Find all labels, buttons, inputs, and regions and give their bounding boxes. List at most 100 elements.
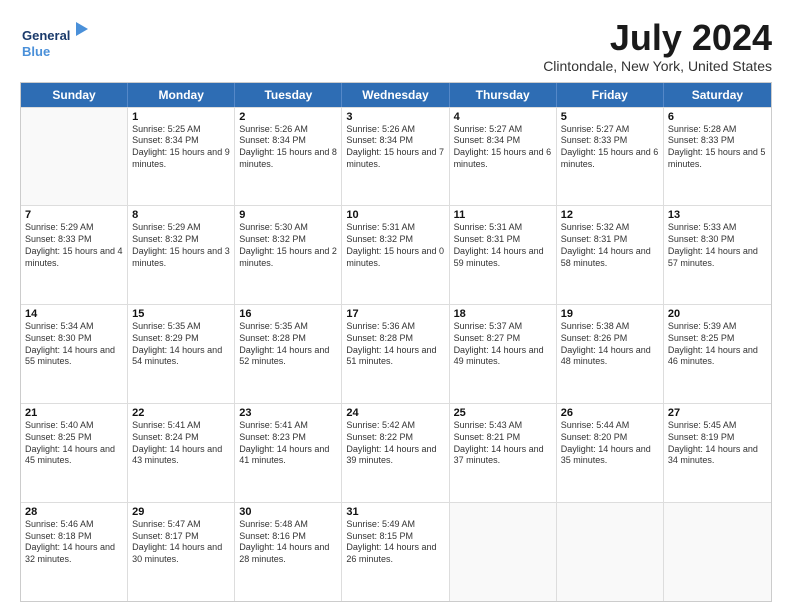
calendar-cell: 11Sunrise: 5:31 AM Sunset: 8:31 PM Dayli… xyxy=(450,206,557,304)
cell-info: Sunrise: 5:26 AM Sunset: 8:34 PM Dayligh… xyxy=(346,124,444,171)
cell-info: Sunrise: 5:35 AM Sunset: 8:29 PM Dayligh… xyxy=(132,321,230,368)
day-number: 30 xyxy=(239,506,337,518)
calendar-cell: 28Sunrise: 5:46 AM Sunset: 8:18 PM Dayli… xyxy=(21,503,128,601)
calendar-cell: 19Sunrise: 5:38 AM Sunset: 8:26 PM Dayli… xyxy=(557,305,664,403)
calendar-cell: 18Sunrise: 5:37 AM Sunset: 8:27 PM Dayli… xyxy=(450,305,557,403)
calendar-cell xyxy=(450,503,557,601)
cell-info: Sunrise: 5:42 AM Sunset: 8:22 PM Dayligh… xyxy=(346,420,444,467)
cell-info: Sunrise: 5:29 AM Sunset: 8:33 PM Dayligh… xyxy=(25,222,123,269)
calendar-cell: 31Sunrise: 5:49 AM Sunset: 8:15 PM Dayli… xyxy=(342,503,449,601)
cell-info: Sunrise: 5:29 AM Sunset: 8:32 PM Dayligh… xyxy=(132,222,230,269)
cell-info: Sunrise: 5:33 AM Sunset: 8:30 PM Dayligh… xyxy=(668,222,767,269)
day-number: 19 xyxy=(561,308,659,320)
cell-info: Sunrise: 5:45 AM Sunset: 8:19 PM Dayligh… xyxy=(668,420,767,467)
calendar-cell: 6Sunrise: 5:28 AM Sunset: 8:33 PM Daylig… xyxy=(664,108,771,206)
header-tuesday: Tuesday xyxy=(235,83,342,107)
header-sunday: Sunday xyxy=(21,83,128,107)
subtitle: Clintondale, New York, United States xyxy=(543,58,772,74)
calendar-cell: 8Sunrise: 5:29 AM Sunset: 8:32 PM Daylig… xyxy=(128,206,235,304)
calendar-week-2: 7Sunrise: 5:29 AM Sunset: 8:33 PM Daylig… xyxy=(21,205,771,304)
calendar-cell: 30Sunrise: 5:48 AM Sunset: 8:16 PM Dayli… xyxy=(235,503,342,601)
calendar-cell: 27Sunrise: 5:45 AM Sunset: 8:19 PM Dayli… xyxy=(664,404,771,502)
calendar-cell: 21Sunrise: 5:40 AM Sunset: 8:25 PM Dayli… xyxy=(21,404,128,502)
day-number: 3 xyxy=(346,111,444,123)
day-number: 17 xyxy=(346,308,444,320)
day-number: 5 xyxy=(561,111,659,123)
calendar-week-3: 14Sunrise: 5:34 AM Sunset: 8:30 PM Dayli… xyxy=(21,304,771,403)
calendar-cell: 3Sunrise: 5:26 AM Sunset: 8:34 PM Daylig… xyxy=(342,108,449,206)
header: General Blue July 2024 Clintondale, New … xyxy=(20,18,772,74)
header-thursday: Thursday xyxy=(450,83,557,107)
calendar-cell: 10Sunrise: 5:31 AM Sunset: 8:32 PM Dayli… xyxy=(342,206,449,304)
day-number: 23 xyxy=(239,407,337,419)
day-number: 9 xyxy=(239,209,337,221)
calendar-cell: 15Sunrise: 5:35 AM Sunset: 8:29 PM Dayli… xyxy=(128,305,235,403)
calendar-cell xyxy=(664,503,771,601)
header-saturday: Saturday xyxy=(664,83,771,107)
cell-info: Sunrise: 5:35 AM Sunset: 8:28 PM Dayligh… xyxy=(239,321,337,368)
cell-info: Sunrise: 5:26 AM Sunset: 8:34 PM Dayligh… xyxy=(239,124,337,171)
calendar-cell: 12Sunrise: 5:32 AM Sunset: 8:31 PM Dayli… xyxy=(557,206,664,304)
cell-info: Sunrise: 5:37 AM Sunset: 8:27 PM Dayligh… xyxy=(454,321,552,368)
day-number: 15 xyxy=(132,308,230,320)
calendar-cell: 20Sunrise: 5:39 AM Sunset: 8:25 PM Dayli… xyxy=(664,305,771,403)
day-number: 26 xyxy=(561,407,659,419)
cell-info: Sunrise: 5:39 AM Sunset: 8:25 PM Dayligh… xyxy=(668,321,767,368)
cell-info: Sunrise: 5:36 AM Sunset: 8:28 PM Dayligh… xyxy=(346,321,444,368)
calendar-cell: 25Sunrise: 5:43 AM Sunset: 8:21 PM Dayli… xyxy=(450,404,557,502)
svg-text:General: General xyxy=(22,28,70,43)
calendar-cell: 16Sunrise: 5:35 AM Sunset: 8:28 PM Dayli… xyxy=(235,305,342,403)
cell-info: Sunrise: 5:30 AM Sunset: 8:32 PM Dayligh… xyxy=(239,222,337,269)
calendar-week-1: 1Sunrise: 5:25 AM Sunset: 8:34 PM Daylig… xyxy=(21,107,771,206)
calendar-cell: 22Sunrise: 5:41 AM Sunset: 8:24 PM Dayli… xyxy=(128,404,235,502)
cell-info: Sunrise: 5:44 AM Sunset: 8:20 PM Dayligh… xyxy=(561,420,659,467)
calendar: Sunday Monday Tuesday Wednesday Thursday… xyxy=(20,82,772,602)
day-number: 29 xyxy=(132,506,230,518)
cell-info: Sunrise: 5:27 AM Sunset: 8:34 PM Dayligh… xyxy=(454,124,552,171)
cell-info: Sunrise: 5:40 AM Sunset: 8:25 PM Dayligh… xyxy=(25,420,123,467)
day-number: 6 xyxy=(668,111,767,123)
calendar-header: Sunday Monday Tuesday Wednesday Thursday… xyxy=(21,83,771,107)
calendar-cell xyxy=(557,503,664,601)
cell-info: Sunrise: 5:27 AM Sunset: 8:33 PM Dayligh… xyxy=(561,124,659,171)
day-number: 27 xyxy=(668,407,767,419)
cell-info: Sunrise: 5:31 AM Sunset: 8:31 PM Dayligh… xyxy=(454,222,552,269)
day-number: 11 xyxy=(454,209,552,221)
day-number: 22 xyxy=(132,407,230,419)
month-title: July 2024 xyxy=(543,18,772,58)
day-number: 2 xyxy=(239,111,337,123)
cell-info: Sunrise: 5:48 AM Sunset: 8:16 PM Dayligh… xyxy=(239,519,337,566)
day-number: 13 xyxy=(668,209,767,221)
calendar-cell: 24Sunrise: 5:42 AM Sunset: 8:22 PM Dayli… xyxy=(342,404,449,502)
day-number: 1 xyxy=(132,111,230,123)
page: General Blue July 2024 Clintondale, New … xyxy=(0,0,792,612)
calendar-week-4: 21Sunrise: 5:40 AM Sunset: 8:25 PM Dayli… xyxy=(21,403,771,502)
cell-info: Sunrise: 5:28 AM Sunset: 8:33 PM Dayligh… xyxy=(668,124,767,171)
calendar-cell: 29Sunrise: 5:47 AM Sunset: 8:17 PM Dayli… xyxy=(128,503,235,601)
calendar-cell: 13Sunrise: 5:33 AM Sunset: 8:30 PM Dayli… xyxy=(664,206,771,304)
calendar-cell: 14Sunrise: 5:34 AM Sunset: 8:30 PM Dayli… xyxy=(21,305,128,403)
title-block: July 2024 Clintondale, New York, United … xyxy=(543,18,772,74)
cell-info: Sunrise: 5:41 AM Sunset: 8:24 PM Dayligh… xyxy=(132,420,230,467)
day-number: 16 xyxy=(239,308,337,320)
calendar-cell: 9Sunrise: 5:30 AM Sunset: 8:32 PM Daylig… xyxy=(235,206,342,304)
calendar-cell: 2Sunrise: 5:26 AM Sunset: 8:34 PM Daylig… xyxy=(235,108,342,206)
day-number: 24 xyxy=(346,407,444,419)
day-number: 31 xyxy=(346,506,444,518)
calendar-cell: 7Sunrise: 5:29 AM Sunset: 8:33 PM Daylig… xyxy=(21,206,128,304)
day-number: 14 xyxy=(25,308,123,320)
cell-info: Sunrise: 5:25 AM Sunset: 8:34 PM Dayligh… xyxy=(132,124,230,171)
cell-info: Sunrise: 5:47 AM Sunset: 8:17 PM Dayligh… xyxy=(132,519,230,566)
cell-info: Sunrise: 5:34 AM Sunset: 8:30 PM Dayligh… xyxy=(25,321,123,368)
day-number: 25 xyxy=(454,407,552,419)
day-number: 4 xyxy=(454,111,552,123)
cell-info: Sunrise: 5:32 AM Sunset: 8:31 PM Dayligh… xyxy=(561,222,659,269)
calendar-week-5: 28Sunrise: 5:46 AM Sunset: 8:18 PM Dayli… xyxy=(21,502,771,601)
day-number: 28 xyxy=(25,506,123,518)
cell-info: Sunrise: 5:41 AM Sunset: 8:23 PM Dayligh… xyxy=(239,420,337,467)
calendar-cell: 5Sunrise: 5:27 AM Sunset: 8:33 PM Daylig… xyxy=(557,108,664,206)
header-friday: Friday xyxy=(557,83,664,107)
svg-text:Blue: Blue xyxy=(22,44,50,59)
cell-info: Sunrise: 5:46 AM Sunset: 8:18 PM Dayligh… xyxy=(25,519,123,566)
day-number: 12 xyxy=(561,209,659,221)
